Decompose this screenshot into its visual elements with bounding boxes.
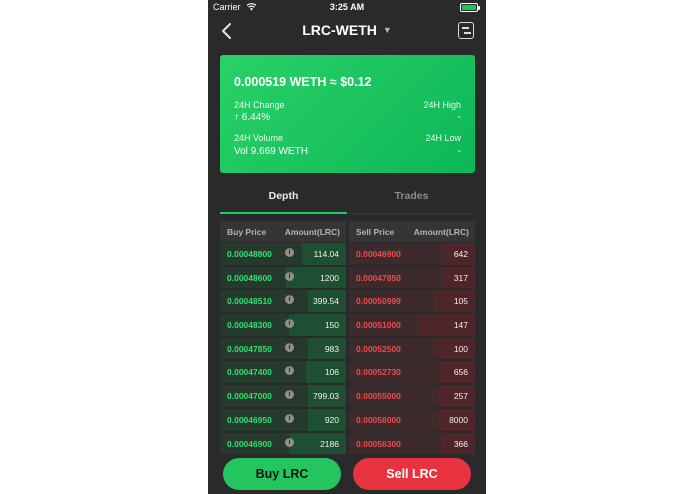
order-price: 0.00056300 xyxy=(356,438,401,449)
info-icon[interactable]: i xyxy=(285,319,294,329)
order-price: 0.00052500 xyxy=(356,343,401,354)
low-label: 24H Low xyxy=(425,133,461,143)
order-price: 0.00048800 xyxy=(227,249,272,259)
low-value: - xyxy=(457,146,461,157)
order-amount: 114.04 xyxy=(313,249,339,259)
buy-price-header: Buy Price xyxy=(227,227,267,237)
order-amount: 920 xyxy=(324,414,339,425)
order-amount: 399.54 xyxy=(313,296,339,307)
order-amount: 147 xyxy=(453,320,468,331)
sell-order-row[interactable]: 0.00052730 656 xyxy=(349,360,475,384)
market-selector[interactable]: LRC-WETH ▼ xyxy=(208,22,486,38)
order-amount: 8000 xyxy=(449,414,468,425)
page-title: LRC-WETH xyxy=(302,22,377,38)
order-list-icon[interactable] xyxy=(458,22,474,39)
info-icon[interactable]: i xyxy=(285,437,294,447)
order-price: 0.00046900 xyxy=(356,249,401,259)
sell-order-row[interactable]: 0.00055000 257 xyxy=(349,384,475,408)
order-amount: 642 xyxy=(453,249,468,259)
status-time: 3:25 AM xyxy=(329,2,365,12)
info-icon[interactable]: i xyxy=(285,248,294,257)
order-amount: 257 xyxy=(453,391,468,402)
sell-price-header: Sell Price xyxy=(356,227,395,237)
order-price: 0.00056000 xyxy=(356,414,401,425)
order-price: 0.00055000 xyxy=(356,391,401,402)
tab-bar: Depth Trades xyxy=(220,183,475,214)
order-price: 0.00051000 xyxy=(356,320,401,331)
phone-screen: Carrier 3:25 AM LRC-WETH ▼ 0.000519 WETH … xyxy=(208,0,486,494)
status-bar: Carrier 3:25 AM xyxy=(208,0,486,16)
order-price: 0.00047850 xyxy=(356,272,401,283)
order-amount: 106 xyxy=(324,367,339,378)
volume-value: Vol 9.669 WETH xyxy=(234,146,308,157)
order-price: 0.00046900 xyxy=(227,438,272,449)
buy-lrc-button[interactable]: Buy LRC xyxy=(223,458,341,490)
sell-order-row[interactable]: 0.00050999 105 xyxy=(349,289,475,313)
buy-order-row[interactable]: 0.00047400 i 106 xyxy=(220,360,346,384)
order-amount: 983 xyxy=(324,343,339,354)
change-value: ↑ 6.44% xyxy=(234,112,271,123)
info-icon[interactable]: i xyxy=(285,413,294,423)
sell-order-row[interactable]: 0.00052500 100 xyxy=(349,337,475,361)
buy-order-row[interactable]: 0.00048600 i 1200 xyxy=(220,266,346,290)
order-price: 0.00047000 xyxy=(227,391,272,402)
order-price: 0.00052730 xyxy=(356,367,401,378)
battery-icon xyxy=(460,3,480,12)
order-price: 0.00046950 xyxy=(227,414,272,425)
ticker-card: 0.000519 WETH ≈ $0.12 24H Change ↑ 6.44%… xyxy=(220,55,475,173)
buy-rows: 0.00048800 i 114.04 0.00048600 i 1200 0.000485… xyxy=(220,242,346,455)
order-amount: 656 xyxy=(453,367,468,378)
buy-order-row[interactable]: 0.00047000 i 799.03 xyxy=(220,384,346,408)
change-label: 24H Change xyxy=(234,100,285,110)
volume-label: 24H Volume xyxy=(234,133,284,143)
sell-rows: 0.00046900 642 0.00047850 317 0.00050999 105 0… xyxy=(349,242,475,455)
sell-amount-header: Amount(LRC) xyxy=(413,227,469,237)
order-price: 0.00047850 xyxy=(227,343,272,354)
tab-depth[interactable]: Depth xyxy=(220,183,347,214)
action-bar: Buy LRC Sell LRC xyxy=(208,450,486,494)
nav-bar: LRC-WETH ▼ xyxy=(208,18,486,44)
sell-order-row[interactable]: 0.00047850 317 xyxy=(349,266,475,290)
order-price: 0.00047400 xyxy=(227,367,272,378)
buy-order-row[interactable]: 0.00046950 i 920 xyxy=(220,408,346,432)
order-amount: 100 xyxy=(453,343,468,354)
order-amount: 105 xyxy=(453,296,468,307)
sell-order-row[interactable]: 0.00046900 642 xyxy=(349,242,475,266)
order-amount: 366 xyxy=(453,438,468,449)
high-value: - xyxy=(457,112,461,123)
buy-order-row[interactable]: 0.00047850 i 983 xyxy=(220,337,346,361)
sell-order-row[interactable]: 0.00056000 8000 xyxy=(349,408,475,432)
buy-order-book: Buy Price Amount(LRC) 0.00048800 i 114.04 0… xyxy=(220,221,346,455)
buy-order-row[interactable]: 0.00048800 i 114.04 xyxy=(220,242,346,266)
order-amount: 317 xyxy=(453,272,468,283)
sell-lrc-button[interactable]: Sell LRC xyxy=(353,458,471,490)
order-amount: 150 xyxy=(324,320,339,331)
order-amount: 799.03 xyxy=(313,391,339,402)
order-price: 0.00048510 xyxy=(227,296,272,307)
order-price: 0.00048300 xyxy=(227,320,272,331)
info-icon[interactable]: i xyxy=(285,342,294,352)
buy-order-row[interactable]: 0.00048510 i 399.54 xyxy=(220,289,346,313)
sell-order-book: Sell Price Amount(LRC) 0.00046900 642 0.00… xyxy=(349,221,475,455)
caret-down-icon: ▼ xyxy=(382,25,392,35)
order-price: 0.00048600 xyxy=(227,272,272,283)
high-label: 24H High xyxy=(423,100,461,110)
sell-order-row[interactable]: 0.00051000 147 xyxy=(349,313,475,337)
tab-trades[interactable]: Trades xyxy=(348,183,475,214)
buy-amount-header: Amount(LRC) xyxy=(284,227,340,237)
order-amount: 2186 xyxy=(320,438,339,449)
info-icon[interactable]: i xyxy=(285,271,294,281)
sell-book-header: Sell Price Amount(LRC) xyxy=(349,221,475,242)
buy-book-header: Buy Price Amount(LRC) xyxy=(220,221,346,242)
order-price: 0.00050999 xyxy=(356,296,401,307)
buy-order-row[interactable]: 0.00048300 i 150 xyxy=(220,313,346,337)
order-amount: 1200 xyxy=(320,272,339,283)
last-price: 0.000519 WETH ≈ $0.12 xyxy=(234,75,372,89)
